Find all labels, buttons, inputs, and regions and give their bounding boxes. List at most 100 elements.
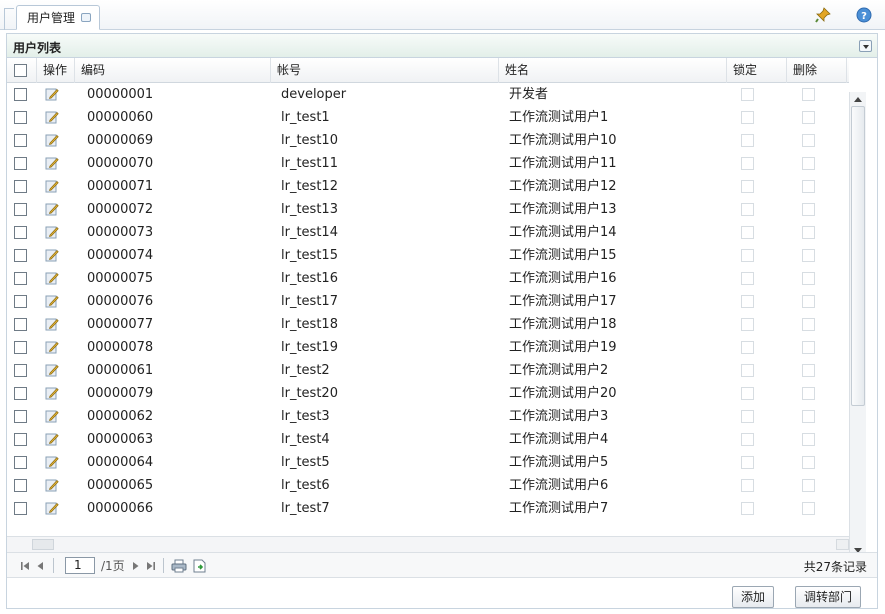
locked-checkbox[interactable] (741, 272, 754, 285)
locked-checkbox[interactable] (741, 341, 754, 354)
edit-icon[interactable] (45, 156, 59, 170)
tab-user-management[interactable]: 用户管理 (16, 5, 101, 30)
deleted-checkbox[interactable] (802, 318, 815, 331)
deleted-checkbox[interactable] (802, 203, 815, 216)
deleted-checkbox[interactable] (802, 88, 815, 101)
edit-icon[interactable] (45, 110, 59, 124)
table-row[interactable]: 00000078 lr_test19 工作流测试用户19 (7, 336, 843, 359)
edit-icon[interactable] (45, 202, 59, 216)
pin-icon[interactable] (815, 7, 831, 23)
locked-checkbox[interactable] (741, 318, 754, 331)
edit-icon[interactable] (45, 248, 59, 262)
edit-icon[interactable] (45, 386, 59, 400)
locked-checkbox[interactable] (741, 157, 754, 170)
edit-icon[interactable] (45, 340, 59, 354)
vertical-scrollbar[interactable] (849, 92, 866, 558)
table-row[interactable]: 00000064 lr_test5 工作流测试用户5 (7, 451, 843, 474)
deleted-checkbox[interactable] (802, 364, 815, 377)
deleted-checkbox[interactable] (802, 479, 815, 492)
row-select-checkbox[interactable] (14, 134, 27, 147)
export-icon[interactable] (191, 558, 209, 574)
table-row[interactable]: 00000074 lr_test15 工作流测试用户15 (7, 244, 843, 267)
row-select-checkbox[interactable] (14, 203, 27, 216)
locked-checkbox[interactable] (741, 364, 754, 377)
first-page-icon[interactable] (19, 558, 31, 574)
row-select-checkbox[interactable] (14, 111, 27, 124)
table-row[interactable]: 00000072 lr_test13 工作流测试用户13 (7, 198, 843, 221)
table-row[interactable]: 00000061 lr_test2 工作流测试用户2 (7, 359, 843, 382)
edit-icon[interactable] (45, 225, 59, 239)
row-select-checkbox[interactable] (14, 433, 27, 446)
table-row[interactable]: 00000067 lr_test8 工作流测试用户8 (7, 520, 843, 523)
edit-icon[interactable] (45, 133, 59, 147)
row-select-checkbox[interactable] (14, 249, 27, 262)
deleted-checkbox[interactable] (802, 387, 815, 400)
tab-close-icon[interactable] (81, 13, 92, 22)
deleted-checkbox[interactable] (802, 157, 815, 170)
edit-icon[interactable] (45, 501, 59, 515)
locked-checkbox[interactable] (741, 180, 754, 193)
table-row[interactable]: 00000065 lr_test6 工作流测试用户6 (7, 474, 843, 497)
row-select-checkbox[interactable] (14, 410, 27, 423)
locked-checkbox[interactable] (741, 226, 754, 239)
deleted-checkbox[interactable] (802, 272, 815, 285)
header-account[interactable]: 帐号 (271, 58, 499, 83)
table-row[interactable]: 00000070 lr_test11 工作流测试用户11 (7, 152, 843, 175)
scroll-thumb[interactable] (851, 106, 865, 406)
table-row[interactable]: 00000077 lr_test18 工作流测试用户18 (7, 313, 843, 336)
table-row[interactable]: 00000001 developer 开发者 (7, 83, 843, 106)
edit-icon[interactable] (45, 87, 59, 101)
row-select-checkbox[interactable] (14, 479, 27, 492)
row-select-checkbox[interactable] (14, 318, 27, 331)
table-row[interactable]: 00000075 lr_test16 工作流测试用户16 (7, 267, 843, 290)
add-button[interactable]: 添加 (732, 586, 775, 608)
locked-checkbox[interactable] (741, 410, 754, 423)
table-row[interactable]: 00000069 lr_test10 工作流测试用户10 (7, 129, 843, 152)
table-row[interactable]: 00000073 lr_test14 工作流测试用户14 (7, 221, 843, 244)
transfer-department-button[interactable]: 调转部门 (795, 586, 862, 608)
hscroll-right[interactable] (836, 539, 849, 550)
locked-checkbox[interactable] (741, 111, 754, 124)
deleted-checkbox[interactable] (802, 410, 815, 423)
row-select-checkbox[interactable] (14, 341, 27, 354)
deleted-checkbox[interactable] (802, 295, 815, 308)
table-row[interactable]: 00000060 lr_test1 工作流测试用户1 (7, 106, 843, 129)
header-code[interactable]: 编码 (75, 58, 271, 83)
deleted-checkbox[interactable] (802, 226, 815, 239)
row-select-checkbox[interactable] (14, 456, 27, 469)
row-select-checkbox[interactable] (14, 364, 27, 377)
locked-checkbox[interactable] (741, 433, 754, 446)
print-icon[interactable] (170, 558, 188, 574)
edit-icon[interactable] (45, 432, 59, 446)
table-row[interactable]: 00000071 lr_test12 工作流测试用户12 (7, 175, 843, 198)
header-op[interactable]: 操作 (37, 58, 75, 83)
deleted-checkbox[interactable] (802, 134, 815, 147)
locked-checkbox[interactable] (741, 387, 754, 400)
header-locked[interactable]: 锁定 (727, 58, 787, 83)
table-row[interactable]: 00000062 lr_test3 工作流测试用户3 (7, 405, 843, 428)
edit-icon[interactable] (45, 409, 59, 423)
page-number-input[interactable]: 1 (65, 557, 95, 574)
row-select-checkbox[interactable] (14, 272, 27, 285)
row-select-checkbox[interactable] (14, 226, 27, 239)
deleted-checkbox[interactable] (802, 180, 815, 193)
deleted-checkbox[interactable] (802, 456, 815, 469)
scroll-up-icon[interactable] (854, 97, 862, 102)
row-select-checkbox[interactable] (14, 88, 27, 101)
locked-checkbox[interactable] (741, 295, 754, 308)
deleted-checkbox[interactable] (802, 111, 815, 124)
row-select-checkbox[interactable] (14, 295, 27, 308)
row-select-checkbox[interactable] (14, 502, 27, 515)
deleted-checkbox[interactable] (802, 502, 815, 515)
next-page-icon[interactable] (131, 558, 141, 574)
locked-checkbox[interactable] (741, 134, 754, 147)
header-name[interactable]: 姓名 (499, 58, 727, 83)
collapse-icon[interactable] (859, 40, 872, 52)
last-page-icon[interactable] (145, 558, 157, 574)
table-row[interactable]: 00000079 lr_test20 工作流测试用户20 (7, 382, 843, 405)
locked-checkbox[interactable] (741, 502, 754, 515)
locked-checkbox[interactable] (741, 203, 754, 216)
locked-checkbox[interactable] (741, 88, 754, 101)
deleted-checkbox[interactable] (802, 433, 815, 446)
edit-icon[interactable] (45, 294, 59, 308)
